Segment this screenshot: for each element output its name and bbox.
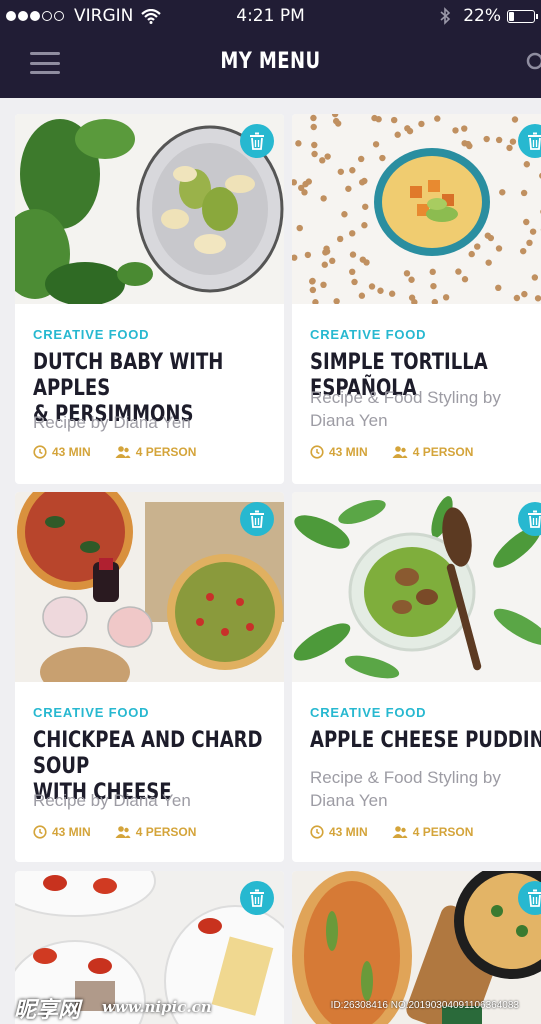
trash-icon [250, 132, 264, 150]
clock-icon [310, 445, 324, 459]
clock-icon [310, 825, 324, 839]
delete-button[interactable] [240, 124, 274, 158]
watermark-site: www.nipic.cn [102, 998, 212, 1016]
search-icon[interactable] [526, 52, 541, 72]
recipe-name: APPLE CHEESE PUDDING [310, 728, 541, 753]
recipe-card[interactable]: CREATIVE FOOD SIMPLE TORTILLA ESPAÑOLA R… [292, 114, 541, 484]
recipe-meta: 43 MIN 4 PERSON [33, 445, 196, 459]
recipe-card[interactable]: CREATIVE FOOD DUTCH BABY WITH APPLES & PE… [15, 114, 284, 484]
watermark-logo: 昵享网 [14, 998, 81, 1023]
trash-icon [250, 510, 264, 528]
people-icon [392, 825, 408, 839]
cook-time: 43 MIN [52, 825, 91, 839]
people-icon [115, 445, 131, 459]
battery-percent: 22% [463, 6, 501, 26]
page-title: MY MENU [220, 49, 321, 74]
cook-time: 43 MIN [52, 445, 91, 459]
people-icon [115, 825, 131, 839]
servings: 4 PERSON [135, 825, 197, 839]
servings: 4 PERSON [412, 825, 474, 839]
recipe-category: CREATIVE FOOD [33, 705, 150, 720]
clock-icon [33, 445, 47, 459]
status-bar: VIRGIN 4:21 PM 22% [0, 0, 541, 32]
recipe-meta: 43 MIN 4 PERSON [33, 825, 196, 839]
recipe-card[interactable]: CREATIVE FOOD APPLE CHEESE PUDDING Recip… [292, 492, 541, 862]
servings: 4 PERSON [135, 445, 197, 459]
recipe-card[interactable]: CREATIVE FOOD CHICKPEA AND CHARD SOUP WIT… [15, 492, 284, 862]
recipe-photo-pudding [292, 492, 541, 682]
clock-icon [33, 825, 47, 839]
delete-button[interactable] [240, 502, 274, 536]
recipe-byline: Recipe & Food Styling by Diana Yen [310, 768, 501, 810]
watermark-id: ID:26308416 NO:20190304091106364083 [330, 1000, 519, 1011]
recipe-byline: Recipe & Food Styling by Diana Yen [310, 388, 501, 430]
watermark: 昵享网 www.nipic.cn ID:26308416 NO:20190304… [0, 988, 541, 1024]
people-icon [392, 445, 408, 459]
trash-icon [250, 889, 264, 907]
trash-icon [528, 510, 541, 528]
recipe-byline: Recipe by Diana Yen [33, 791, 191, 810]
battery-icon [507, 9, 538, 23]
recipe-byline: Recipe by Diana Yen [33, 413, 191, 432]
recipe-category: CREATIVE FOOD [310, 705, 427, 720]
trash-icon [528, 889, 541, 907]
recipe-category: CREATIVE FOOD [310, 327, 427, 342]
trash-icon [528, 132, 541, 150]
bluetooth-icon [440, 7, 451, 25]
recipe-meta: 43 MIN 4 PERSON [310, 825, 473, 839]
servings: 4 PERSON [412, 445, 474, 459]
cook-time: 43 MIN [329, 445, 368, 459]
recipe-photo-chickpeas [292, 114, 541, 304]
delete-button[interactable] [240, 881, 274, 915]
cook-time: 43 MIN [329, 825, 368, 839]
recipe-meta: 43 MIN 4 PERSON [310, 445, 473, 459]
recipe-category: CREATIVE FOOD [33, 327, 150, 342]
navigation-bar: MY MENU [0, 32, 541, 98]
